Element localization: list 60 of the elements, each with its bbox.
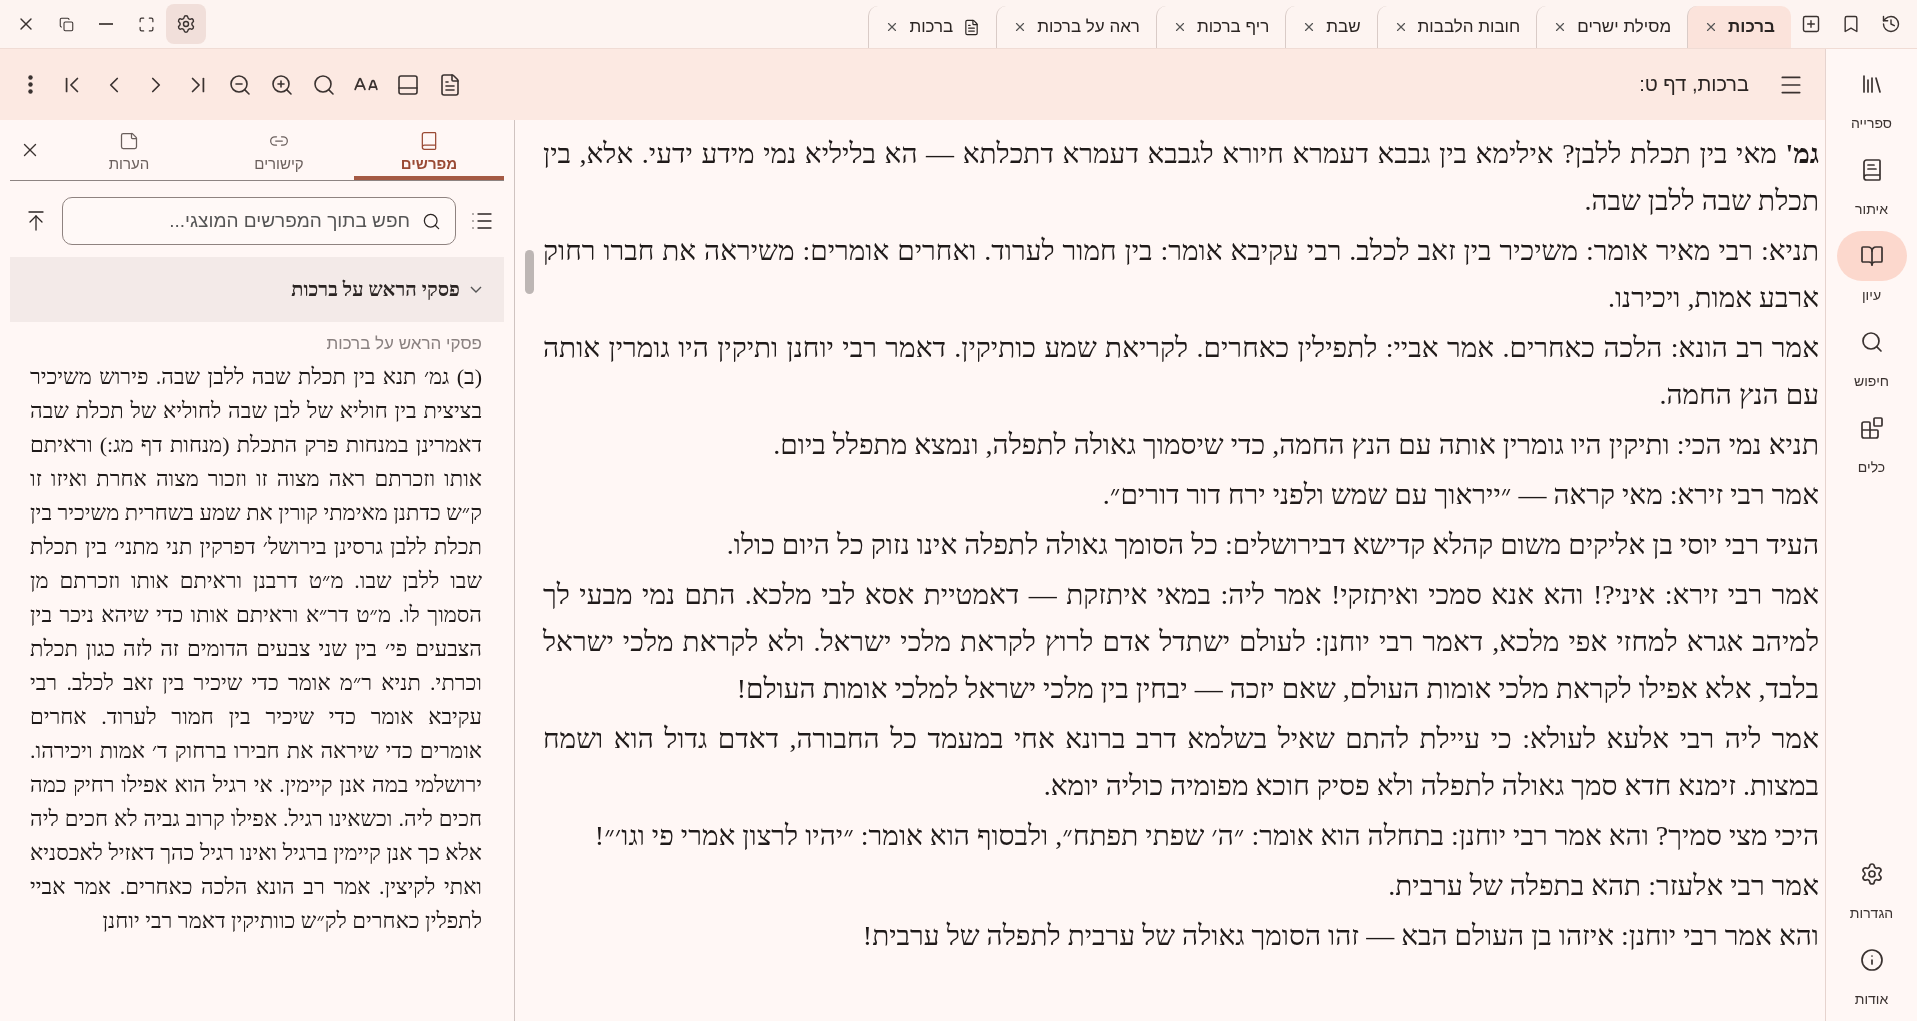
tab[interactable]: חובות הלבבות <box>1376 6 1537 48</box>
scrollbar-thumb[interactable] <box>525 250 534 294</box>
fullscreen-icon <box>137 15 155 33</box>
panel-tab[interactable]: קישורים <box>204 131 354 180</box>
tab[interactable]: ברכות <box>1687 6 1791 48</box>
talmud-paragraph: אמר רבי אלעזר: תהא בתפלה של ערבית. <box>1387 869 1819 903</box>
talmud-paragraph: אמר רב הונא: הלכה כאחרים. אמר אביי: לתפילין כאחרים. לקריאת שמע כותיקין. דאמר רבי יוחנן ותיקין היו גומרין אותה עם הנץ החמה. <box>543 331 1819 412</box>
search-icon <box>312 72 336 97</box>
sidebar-label: הגדרות <box>1849 905 1894 921</box>
more-icon <box>27 75 33 94</box>
search-field[interactable]: חפש בתוך המפרשים המוצגי... <box>62 197 456 245</box>
sidebar-label: כלים <box>1857 459 1886 475</box>
book-icon <box>419 131 439 151</box>
panel-tab[interactable]: מפרשים <box>354 131 504 180</box>
talmud-paragraph: אמר רבי זירא: מאי קראה — ״ייראוך עם שמש ולפני ירח דור דורים״. <box>1101 478 1819 512</box>
talmud-paragraph: תניא נמי הכי: ותיקין היו גומרין אותה עם הנץ החמה, כדי שיסמוך גאולה לתפלה, ונמצא מתפלל ביום. <box>772 428 1819 462</box>
restore-icon <box>58 16 74 32</box>
sidebar-label: איתור <box>1855 201 1888 217</box>
talmud-paragraph: והא אמר רבי יוחנן: איזהו בן העולם הבא — זהו הסומך גאולה של ערבית לתפלה של ערבית! <box>861 919 1819 953</box>
sidebar-item[interactable] <box>1836 231 1907 281</box>
search-icon <box>1859 330 1884 354</box>
sidebar-label: חיפוש <box>1854 373 1889 389</box>
panel-tab[interactable]: הערות <box>54 131 204 180</box>
plus-icon <box>1801 14 1821 34</box>
sidebar-label: ספרייה <box>1851 115 1892 131</box>
chevron-icon <box>470 286 482 293</box>
commentary-source: פסקי הראש על ברכות <box>325 333 483 355</box>
tab[interactable]: ברכות <box>868 6 997 48</box>
blocks-icon <box>1859 416 1884 440</box>
commentary-text: (ב) גמ׳ תנא בין תכלת שבה ללבן שבה. פירוש משיכיר בציצית בין חוליא של לבן שבה לחוליא של תכלת שבה דאמרינן במנחות פרק התכלת (מנחות דף מג:) וראיתם אותו וזכרתם ראה מצוה זו וזכור מצוה אחרת ואיזו זו ק״ש כדתנן מאימתי קורין את שמע בשחרית משיכיר בין תכלת ללבן גרסינן בירושל׳ דפרקין תני מתני׳ בין תכלת שבו ללבן שבו. מ״ט דרבנן וראיתם אותו וזכרתם מן הסמוך לו. מ״ט דר״א וראיתם אותו כדי שיהא ניכר בין הצבעים פי׳ בין שני צבעים הדומים זה לזה כגון תכלת וכרתי. תניא ר״מ אומר כדי שיכיר בין זאב לכלב. רבי עקיבא אומר כדי שיכיר בין חמור לערוד. אחרים אומרים כדי שיראה את חבירו ברחוק ד׳ אמות ויכירהו. ירושלמי במה אנן קיימין. אי רגיל הוא אפילו רחיק כמה חכים ליה. וכשאינו רגיל. אפילו קרוב גביה לא חכים ליה אלא כך אנן קיימין ברגיל ואינו רגיל כהך דאזיל לאכסניא ואתי לקיצין. אמר רב הונא הלכה כאחרים. אמר אביי לתפלין כאחרים לק״ש כוותיקין דאמר רבי יוחנן <box>29 363 483 935</box>
page-title: ברכות, דף ט: <box>1639 73 1749 96</box>
talmud-paragraph: תניא: רבי מאיר אומר: משיכיר בין זאב לכלב. רבי עקיבא אומר: בין חמור לערוד. ואחרים אומרים: משיראה את חברו רחוק ארבע אמות, ויכירנו. <box>543 234 1819 315</box>
tab[interactable]: ריף ברכות <box>1155 6 1286 48</box>
bookmark-icon <box>1841 14 1861 34</box>
tab[interactable]: מסילת ישרים <box>1536 6 1688 48</box>
tab[interactable]: שבת <box>1285 6 1377 48</box>
sidebar-label: עיון <box>1861 287 1882 303</box>
minimize-icon <box>99 23 113 25</box>
talmud-paragraph: גמ' מאי בין תכלת ללבן? אילימא בין גבבא דעמרא חיורא לגבבא דעמרא דתכלתא — הא בליליא נמי מידע ידעי. אלא, בין תכלת שבה ללבן שבה. <box>543 137 1819 218</box>
talmud-paragraph: אמר רבי זירא: איני?! והא אנא סמכי ואיתזקי! אמר ליה: במאי איתזקת — דאמטיית אסא לבי מלכא. התם נמי מבעי לך למיהב אגרא למחזי אפי מלכא, דאמר רבי יוחנן: לעולם ישתדל אדם לרוץ לקראת מלכי ישראל. ולא לקראת מלכי ישראל בלבד, אלא אפילו לקראת מלכי אומות העולם, שאם יזכה — יבחין בין מלכי ישראל למלכי אומות העולם! <box>543 578 1819 706</box>
tab[interactable]: ראה על ברכות <box>996 6 1156 48</box>
search-input[interactable]: חפש בתוך המפרשים המוצגי... <box>77 209 412 233</box>
pdf-icon <box>438 72 462 97</box>
talmud-paragraph: היכי מצי סמיך? והא אמר רבי יוחנן: בתחלה הוא אומר: ״ה׳ שפתי תפתח״, ולבסוף הוא אומר: ״יהיו לרצון אמרי פי וגו׳״! <box>593 819 1819 853</box>
note-icon <box>119 131 139 151</box>
layout-icon <box>396 72 420 97</box>
sidebar-label: אודות <box>1854 991 1889 1007</box>
talmud-paragraph: העיד רבי יוסי בן אליקים משום קהלא קדישא דבירושלים: כל הסומך גאולה לתפלה אינו נזוק כל היום כולו. <box>725 528 1819 562</box>
settings-button[interactable] <box>166 4 206 44</box>
settings-icon <box>1859 862 1884 886</box>
zoom-out-icon <box>228 72 252 97</box>
open-book-icon <box>1859 244 1884 268</box>
history-icon <box>1881 14 1901 34</box>
commentary-group-header[interactable]: פסקי הראש על ברכות <box>10 257 504 322</box>
zoom-in-icon <box>270 72 294 97</box>
info-icon <box>1859 948 1884 972</box>
talmud-paragraph: אמר ליה רבי אלעא לעולא: כי עיילת להתם שאיל בשלמא דרב ברונא אחי במעמד כל החבורה, דאדם גדול הוא ושמח במצות. זימנא חדא סמך גאולה לתפלה ולא פסיק חוכא מפומיה כוליה יומא. <box>543 722 1819 803</box>
pdf-icon <box>963 18 981 36</box>
settings-icon <box>176 14 196 34</box>
search-icon <box>422 211 441 231</box>
